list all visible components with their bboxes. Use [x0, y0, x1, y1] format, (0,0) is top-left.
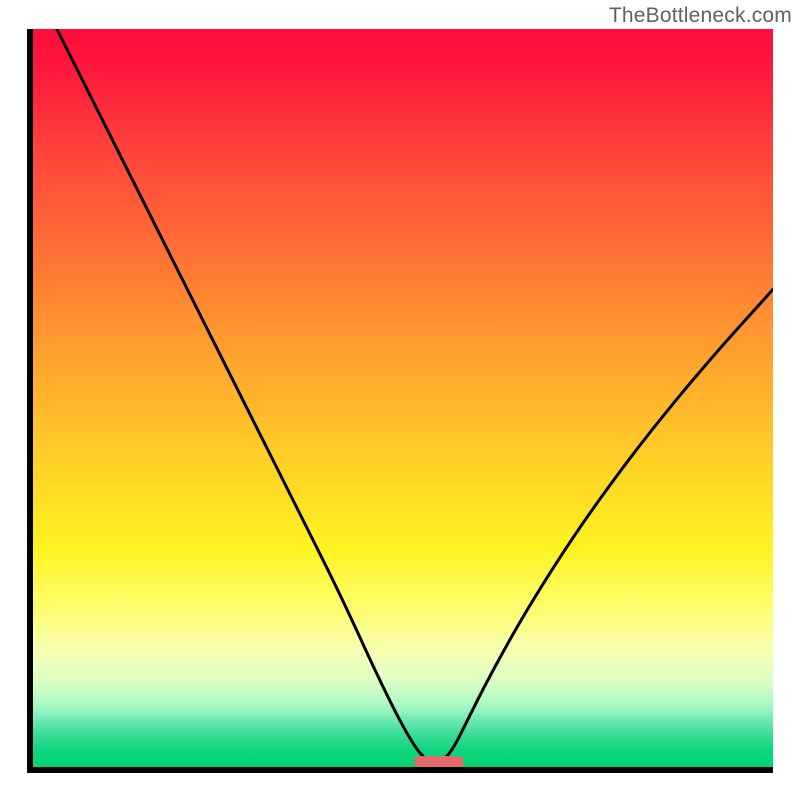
- curve-svg: [27, 29, 773, 773]
- chart-container: TheBottleneck.com: [0, 0, 800, 800]
- optimum-marker: [414, 756, 464, 768]
- plot-area: [27, 29, 773, 773]
- bottleneck-curve: [57, 29, 773, 762]
- watermark-text: TheBottleneck.com: [609, 4, 792, 28]
